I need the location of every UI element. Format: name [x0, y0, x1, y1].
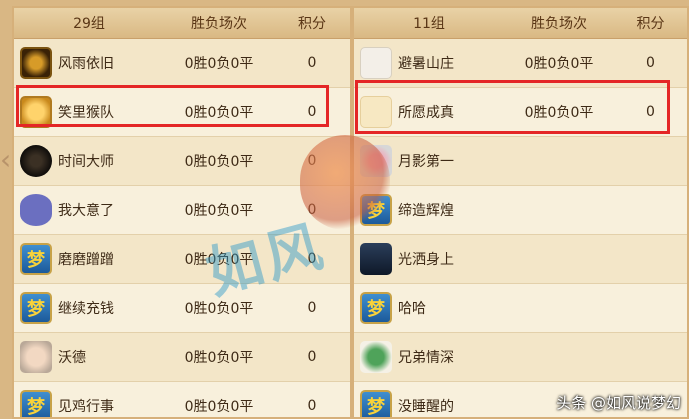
team-points: 0: [307, 349, 317, 365]
team-points: 0: [646, 104, 655, 120]
team-name: 兄弟情深: [398, 350, 454, 366]
team-name: 所愿成真: [398, 105, 454, 121]
team-name-cell: 梦没睡醒的: [354, 390, 504, 417]
team-name-cell: 梦磨磨蹭蹭: [14, 243, 164, 275]
group-name-header: 11组: [413, 16, 445, 32]
purple-blob-icon: [20, 194, 52, 226]
record-header: 胜负场次: [191, 16, 247, 32]
team-name-cell: 梦继续充钱: [14, 292, 164, 324]
team-name: 见鸡行事: [58, 399, 114, 415]
table-header: 11组 胜负场次 积分: [354, 8, 687, 39]
team-row[interactable]: 光洒身上: [354, 235, 687, 284]
team-points: 0: [646, 55, 655, 71]
team-name: 避暑山庄: [398, 56, 454, 72]
team-name-cell: 兄弟情深: [354, 341, 504, 373]
logo-icon: [360, 47, 392, 79]
team-name-cell: 我大意了: [14, 194, 164, 226]
group-name-header: 29组: [73, 16, 105, 32]
team-name: 我大意了: [58, 203, 114, 219]
meng-badge-icon: 梦: [360, 390, 392, 417]
team-row[interactable]: 梦见鸡行事 0胜0负0平 0: [14, 382, 350, 417]
team-record: 0胜0负0平: [184, 105, 254, 121]
meng-badge-icon: 梦: [20, 390, 52, 417]
group-11-panel: 11组 胜负场次 积分 避暑山庄0胜0负0平0所愿成真0胜0负0平0月影第一梦缔…: [352, 6, 689, 419]
team-name-cell: 避暑山庄: [354, 47, 504, 79]
dragon-emblem-icon: [20, 47, 52, 79]
scroll-left-arrow-icon[interactable]: ‹: [0, 140, 12, 180]
team-name: 月影第一: [398, 154, 454, 170]
team-name-cell: 梦见鸡行事: [14, 390, 164, 417]
night-scene-icon: [360, 243, 392, 275]
team-name: 时间大师: [58, 154, 114, 170]
team-record: 0胜0负0平: [524, 105, 594, 121]
team-row[interactable]: 兄弟情深: [354, 333, 687, 382]
child-photo-icon: [20, 341, 52, 373]
team-name: 没睡醒的: [398, 399, 454, 415]
meng-badge-icon: 梦: [20, 243, 52, 275]
source-credit: 头条 @如风说梦幻: [556, 394, 681, 412]
team-record: 0胜0负0平: [524, 56, 594, 72]
team-name: 光洒身上: [398, 252, 454, 268]
team-name: 磨磨蹭蹭: [58, 252, 114, 268]
team-points: 0: [307, 55, 317, 71]
team-name-cell: 沃德: [14, 341, 164, 373]
team-row[interactable]: 笑里猴队 0胜0负0平 0: [14, 88, 350, 137]
team-row[interactable]: 月影第一: [354, 137, 687, 186]
team-row[interactable]: 梦缔造辉煌: [354, 186, 687, 235]
team-row[interactable]: 风雨依旧 0胜0负0平 0: [14, 39, 350, 88]
team-points: 0: [307, 300, 317, 316]
team-name-cell: 笑里猴队: [14, 96, 164, 128]
team-row[interactable]: 避暑山庄 0胜0负0平 0: [354, 39, 687, 88]
team-name-cell: 时间大师: [14, 145, 164, 177]
team-row[interactable]: 梦继续充钱 0胜0负0平 0: [14, 284, 350, 333]
team-row[interactable]: 梦哈哈: [354, 284, 687, 333]
team-name: 风雨依旧: [58, 56, 114, 72]
points-header: 积分: [636, 16, 665, 32]
monkey-face-icon: [20, 96, 52, 128]
team-name-cell: 光洒身上: [354, 243, 504, 275]
team-row[interactable]: 沃德 0胜0负0平 0: [14, 333, 350, 382]
team-name-cell: 风雨依旧: [14, 47, 164, 79]
team-name: 笑里猴队: [58, 105, 114, 121]
blank-avatar-icon: [360, 96, 392, 128]
team-record: 0胜0负0平: [184, 399, 254, 415]
team-name: 哈哈: [398, 301, 426, 317]
green-creature-icon: [360, 341, 392, 373]
team-points: 0: [307, 104, 317, 120]
record-header: 胜负场次: [531, 16, 587, 32]
meng-badge-icon: 梦: [360, 292, 392, 324]
team-record: 0胜0负0平: [184, 350, 254, 366]
dark-orb-icon: [20, 145, 52, 177]
team-record: 0胜0负0平: [184, 56, 254, 72]
team-name: 继续充钱: [58, 301, 114, 317]
table-header: 29组 胜负场次 积分: [14, 8, 350, 39]
team-name: 沃德: [58, 350, 86, 366]
team-name-cell: 所愿成真: [354, 96, 504, 128]
team-name-cell: 梦哈哈: [354, 292, 504, 324]
team-points: 0: [307, 398, 317, 414]
team-name: 缔造辉煌: [398, 203, 454, 219]
team-record: 0胜0负0平: [184, 154, 254, 170]
meng-badge-icon: 梦: [20, 292, 52, 324]
points-header: 积分: [298, 16, 326, 32]
team-row[interactable]: 所愿成真 0胜0负0平 0: [354, 88, 687, 137]
